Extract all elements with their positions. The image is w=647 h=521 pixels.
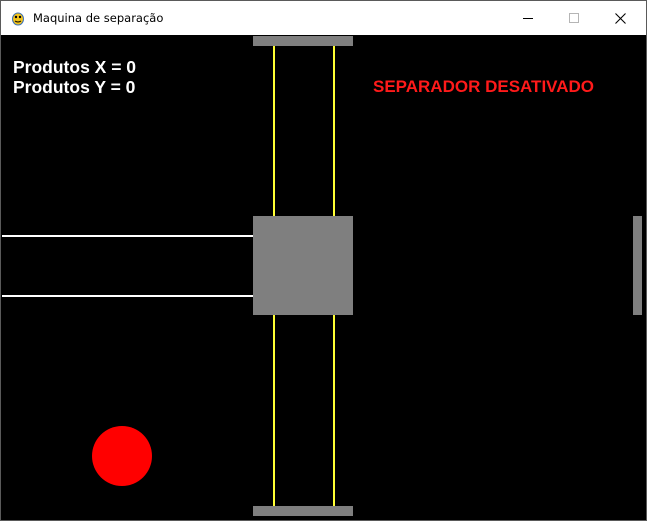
minimize-icon: [523, 13, 533, 23]
separator-status: SEPARADOR DESATIVADO: [373, 77, 595, 96]
bottom-stop-block: [253, 506, 353, 516]
close-button[interactable]: [597, 1, 643, 35]
produtos-x-counter: Produtos X = 0: [13, 57, 137, 77]
conveyor-line-bottom: [2, 295, 253, 297]
right-gate-block: [633, 216, 642, 315]
top-stop-block: [253, 36, 353, 46]
product-ball: [92, 426, 152, 486]
rail-left-upper: [273, 46, 275, 216]
window-title: Maquina de separação: [33, 11, 164, 25]
minimize-button[interactable]: [505, 1, 551, 35]
rail-right-upper: [333, 46, 335, 216]
close-icon: [614, 12, 626, 24]
maximize-button[interactable]: [551, 1, 597, 35]
rail-left-lower: [273, 315, 275, 506]
separator-block: [253, 216, 353, 315]
title-bar[interactable]: Maquina de separação: [1, 1, 646, 35]
maximize-icon: [569, 13, 579, 23]
game-canvas[interactable]: Produtos X = 0 Produtos Y = 0 SEPARADOR …: [2, 36, 642, 516]
app-window: Maquina de separação Produtos X = 0 Prod…: [0, 0, 647, 521]
produtos-y-counter: Produtos Y = 0: [13, 77, 136, 97]
conveyor-line-top: [2, 235, 253, 237]
rail-right-lower: [333, 315, 335, 506]
pygame-snake-icon: [10, 10, 26, 26]
